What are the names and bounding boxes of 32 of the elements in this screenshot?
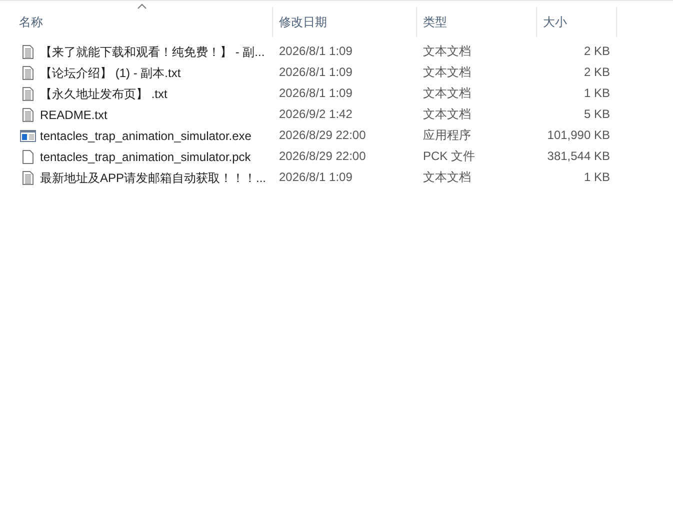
file-date: 2026/8/1 1:09 [279,44,352,58]
file-type: 应用程序 [423,128,471,142]
file-date: 2026/8/1 1:09 [279,170,352,184]
file-date: 2026/9/2 1:42 [279,107,352,121]
file-name[interactable]: 最新地址及APP请发邮箱自动获取！！！... [40,168,266,186]
file-size: 1 KB [584,86,610,100]
file-size: 2 KB [584,44,610,58]
column-header[interactable]: 类型 [417,7,537,37]
column-header[interactable]: 大小 [537,7,617,37]
file-date: 2026/8/1 1:09 [279,86,352,100]
file-date: 2026/8/29 22:00 [279,149,366,163]
file-size: 2 KB [584,65,610,79]
file-size: 5 KB [584,107,610,121]
column-header[interactable]: 修改日期 [273,7,417,37]
file-type: 文本文档 [423,170,471,184]
file-name[interactable]: 【来了就能下载和观看！纯免费！】 - 副... [40,42,265,60]
file-name[interactable]: 【论坛介绍】 (1) - 副本.txt [40,64,181,82]
file-date: 2026/8/29 22:00 [279,128,366,142]
file-type: PCK 文件 [423,149,476,163]
file-name[interactable]: README.txt [40,106,108,124]
file-size: 381,544 KB [547,149,610,163]
file-type: 文本文档 [423,107,471,121]
file-date: 2026/8/1 1:09 [279,65,352,79]
file-type: 文本文档 [423,86,471,100]
file-type: 文本文档 [423,65,471,79]
file-name[interactable]: 【永久地址发布页】 .txt [40,84,168,102]
file-name[interactable]: tentacles_trap_animation_simulator.exe [40,126,252,144]
file-name[interactable]: tentacles_trap_animation_simulator.pck [40,148,251,166]
file-type: 文本文档 [423,44,471,58]
column-header[interactable]: 名称 [0,7,273,37]
file-size: 1 KB [584,170,610,184]
file-size: 101,990 KB [547,128,610,142]
